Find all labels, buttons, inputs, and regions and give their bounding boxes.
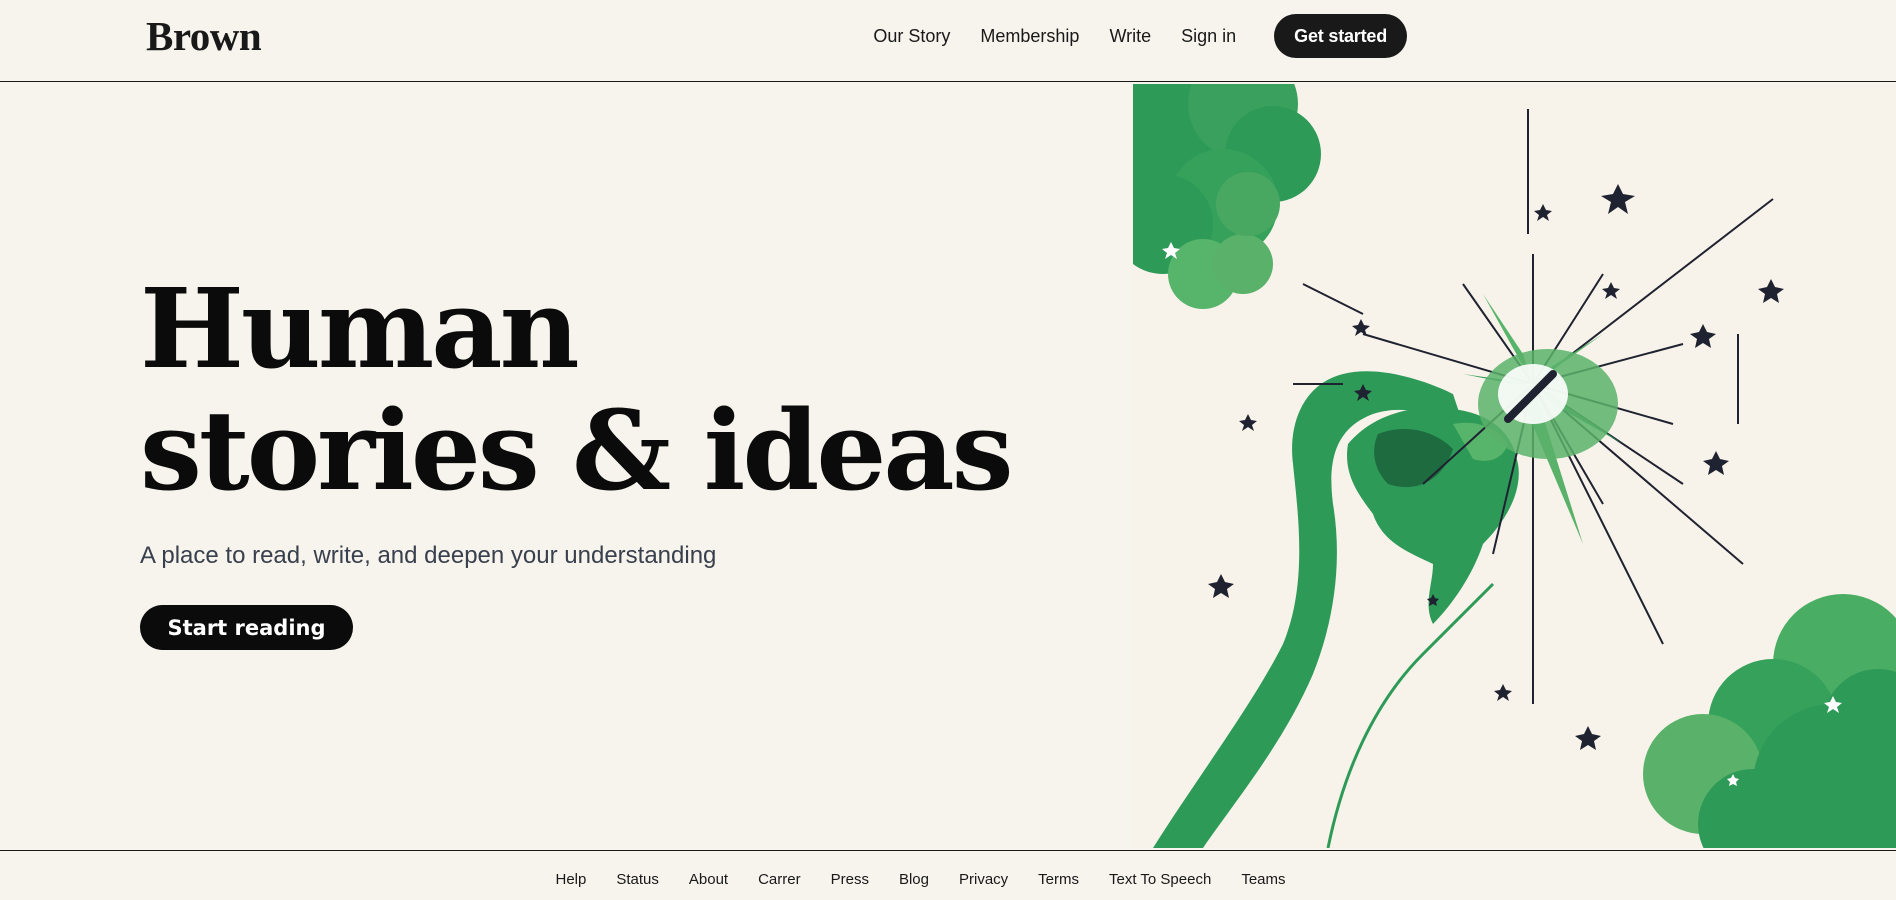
footer-link-blog[interactable]: Blog: [899, 871, 929, 888]
footer-link-help[interactable]: Help: [556, 871, 587, 888]
nav-sign-in-link[interactable]: Sign in: [1181, 26, 1236, 47]
site-header: Brown Our Story Membership Write Sign in…: [0, 0, 1896, 82]
hero-illustration: [1133, 84, 1896, 848]
footer-link-text-to-speech[interactable]: Text To Speech: [1109, 871, 1211, 888]
footer-link-about[interactable]: About: [689, 871, 728, 888]
green-cloud-top-left: [1133, 84, 1321, 309]
footer-link-carrer[interactable]: Carrer: [758, 871, 801, 888]
top-nav: Our Story Membership Write Sign in Get s…: [873, 14, 1407, 58]
footer-link-terms[interactable]: Terms: [1038, 871, 1079, 888]
nav-write-link[interactable]: Write: [1109, 26, 1151, 47]
green-cloud-bottom-right: [1643, 594, 1896, 848]
footer-link-press[interactable]: Press: [831, 871, 869, 888]
footer-link-teams[interactable]: Teams: [1241, 871, 1285, 888]
footer-link-status[interactable]: Status: [616, 871, 659, 888]
hero-title-line-1: Human: [140, 264, 580, 393]
hero-subtitle: A place to read, write, and deepen your …: [140, 542, 717, 569]
nav-membership-link[interactable]: Membership: [980, 26, 1079, 47]
hand-holding-pen-sparkle-illustration: [1133, 84, 1896, 848]
hero-title-line-2: stories & ideas: [140, 386, 1014, 515]
hero-title: Human stories & ideas: [140, 264, 1014, 515]
nav-our-story-link[interactable]: Our Story: [873, 26, 950, 47]
footer-link-privacy[interactable]: Privacy: [959, 871, 1008, 888]
brand-logo[interactable]: Brown: [146, 12, 262, 60]
get-started-button[interactable]: Get started: [1274, 14, 1407, 58]
footer-links: Help Status About Carrer Press Blog Priv…: [556, 863, 1286, 888]
start-reading-button[interactable]: Start reading: [140, 605, 353, 650]
site-footer: Help Status About Carrer Press Blog Priv…: [0, 850, 1896, 900]
